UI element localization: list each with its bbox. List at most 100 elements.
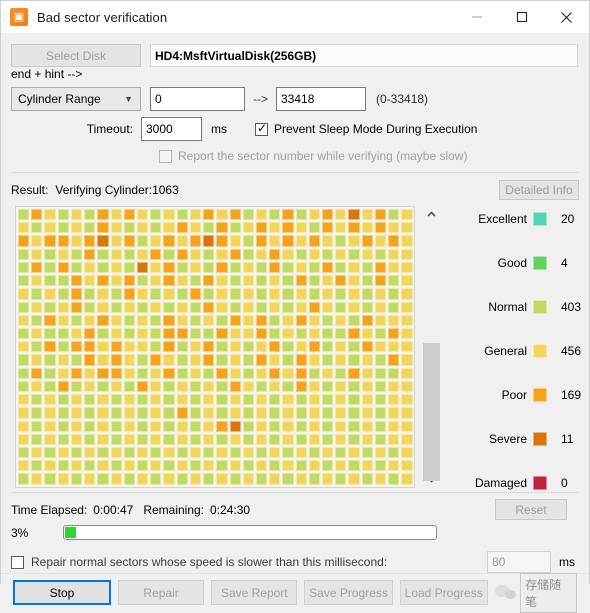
- sector-cell: [110, 380, 123, 393]
- sector-cell: [281, 208, 294, 221]
- legend-label: Poor: [501, 388, 527, 402]
- sector-cell: [295, 327, 308, 340]
- sector-cell: [162, 234, 175, 247]
- sector-cell: [162, 380, 175, 393]
- sector-cell: [334, 446, 347, 459]
- sector-cell: [57, 287, 70, 300]
- sector-cell: [202, 420, 215, 433]
- sector-cell: [387, 314, 400, 327]
- sector-cell: [374, 314, 387, 327]
- sector-cell: [334, 274, 347, 287]
- sector-cell: [268, 433, 281, 446]
- scrollbar-track[interactable]: [423, 223, 440, 481]
- sector-cell: [281, 327, 294, 340]
- sector-cell: [136, 248, 149, 261]
- prevent-sleep-checkbox-row[interactable]: ✓ Prevent Sleep Mode During Execution: [255, 121, 477, 136]
- sector-cell: [281, 301, 294, 314]
- sector-cell: [321, 287, 334, 300]
- sector-cell: [400, 301, 413, 314]
- sector-cell: [110, 353, 123, 366]
- repair-threshold-input[interactable]: 80: [487, 551, 551, 573]
- minimize-button[interactable]: [454, 1, 499, 33]
- sector-cell: [308, 459, 321, 472]
- sector-cell: [202, 261, 215, 274]
- sector-cell: [149, 340, 162, 353]
- sector-cell: [387, 261, 400, 274]
- sector-cell: [281, 274, 294, 287]
- sector-cell: [96, 208, 109, 221]
- detailed-info-button[interactable]: Detailed Info: [499, 180, 579, 200]
- scrollbar-thumb[interactable]: [423, 343, 440, 481]
- range-mode-select[interactable]: Cylinder Range ▼: [11, 87, 141, 111]
- sector-cell: [374, 380, 387, 393]
- sector-cell: [215, 459, 228, 472]
- sector-cell: [255, 393, 268, 406]
- sector-cell: [96, 274, 109, 287]
- sector-map[interactable]: [15, 206, 415, 488]
- sector-cell: [387, 367, 400, 380]
- sector-cell: [215, 340, 228, 353]
- sector-cell: [149, 472, 162, 485]
- sector-cell: [30, 274, 43, 287]
- sector-cell: [43, 406, 56, 419]
- repair-option-row[interactable]: Repair normal sectors whose speed is slo…: [11, 551, 579, 573]
- sector-cell: [361, 327, 374, 340]
- sector-cell: [242, 340, 255, 353]
- sector-cell: [400, 380, 413, 393]
- sector-cell: [136, 301, 149, 314]
- sector-cell: [400, 287, 413, 300]
- map-scrollbar[interactable]: [423, 206, 440, 488]
- sector-cell: [242, 274, 255, 287]
- report-sector-checkbox[interactable]: [159, 149, 172, 163]
- sector-cell: [202, 353, 215, 366]
- scroll-up-icon[interactable]: [423, 206, 440, 223]
- sector-cell: [321, 367, 334, 380]
- sector-cell: [374, 486, 387, 487]
- sector-cell: [347, 287, 360, 300]
- sector-cell: [215, 208, 228, 221]
- sector-cell: [70, 380, 83, 393]
- sector-cell: [268, 208, 281, 221]
- sector-cell: [96, 248, 109, 261]
- sector-cell: [268, 287, 281, 300]
- maximize-button[interactable]: [499, 1, 544, 33]
- sector-cell: [176, 287, 189, 300]
- sector-cell: [110, 234, 123, 247]
- sector-cell: [136, 486, 149, 487]
- sector-cell: [295, 353, 308, 366]
- sector-cell: [374, 472, 387, 485]
- sector-cell: [281, 234, 294, 247]
- sector-cell: [83, 367, 96, 380]
- sector-cell: [334, 433, 347, 446]
- sector-cell: [242, 393, 255, 406]
- repair-slow-sectors-checkbox[interactable]: [11, 555, 24, 569]
- sector-cell: [176, 274, 189, 287]
- sector-cell: [215, 274, 228, 287]
- sector-cell: [361, 287, 374, 300]
- sector-cell: [57, 472, 70, 485]
- report-sector-row[interactable]: Report the sector number while verifying…: [11, 149, 579, 163]
- sector-cell: [96, 327, 109, 340]
- sector-cell: [149, 287, 162, 300]
- range-end-input[interactable]: 33418: [276, 87, 366, 111]
- legend-label: General: [484, 344, 527, 358]
- sector-cell: [162, 221, 175, 234]
- sector-cell: [400, 340, 413, 353]
- sector-cell: [255, 486, 268, 487]
- prevent-sleep-checkbox[interactable]: ✓: [255, 121, 268, 136]
- timeout-input[interactable]: 3000: [141, 117, 202, 141]
- sector-cell: [229, 314, 242, 327]
- sector-cell: [268, 274, 281, 287]
- sector-cell: [162, 393, 175, 406]
- sector-cell: [387, 208, 400, 221]
- sector-cell: [215, 327, 228, 340]
- sector-grid[interactable]: [16, 207, 414, 487]
- sector-cell: [387, 301, 400, 314]
- sector-cell: [281, 261, 294, 274]
- select-disk-button[interactable]: Select Disk: [11, 44, 141, 67]
- sector-cell: [347, 486, 360, 487]
- legend-label: Good: [497, 256, 527, 270]
- close-button[interactable]: [544, 1, 589, 33]
- range-start-input[interactable]: 0: [150, 87, 245, 111]
- sector-cell: [70, 353, 83, 366]
